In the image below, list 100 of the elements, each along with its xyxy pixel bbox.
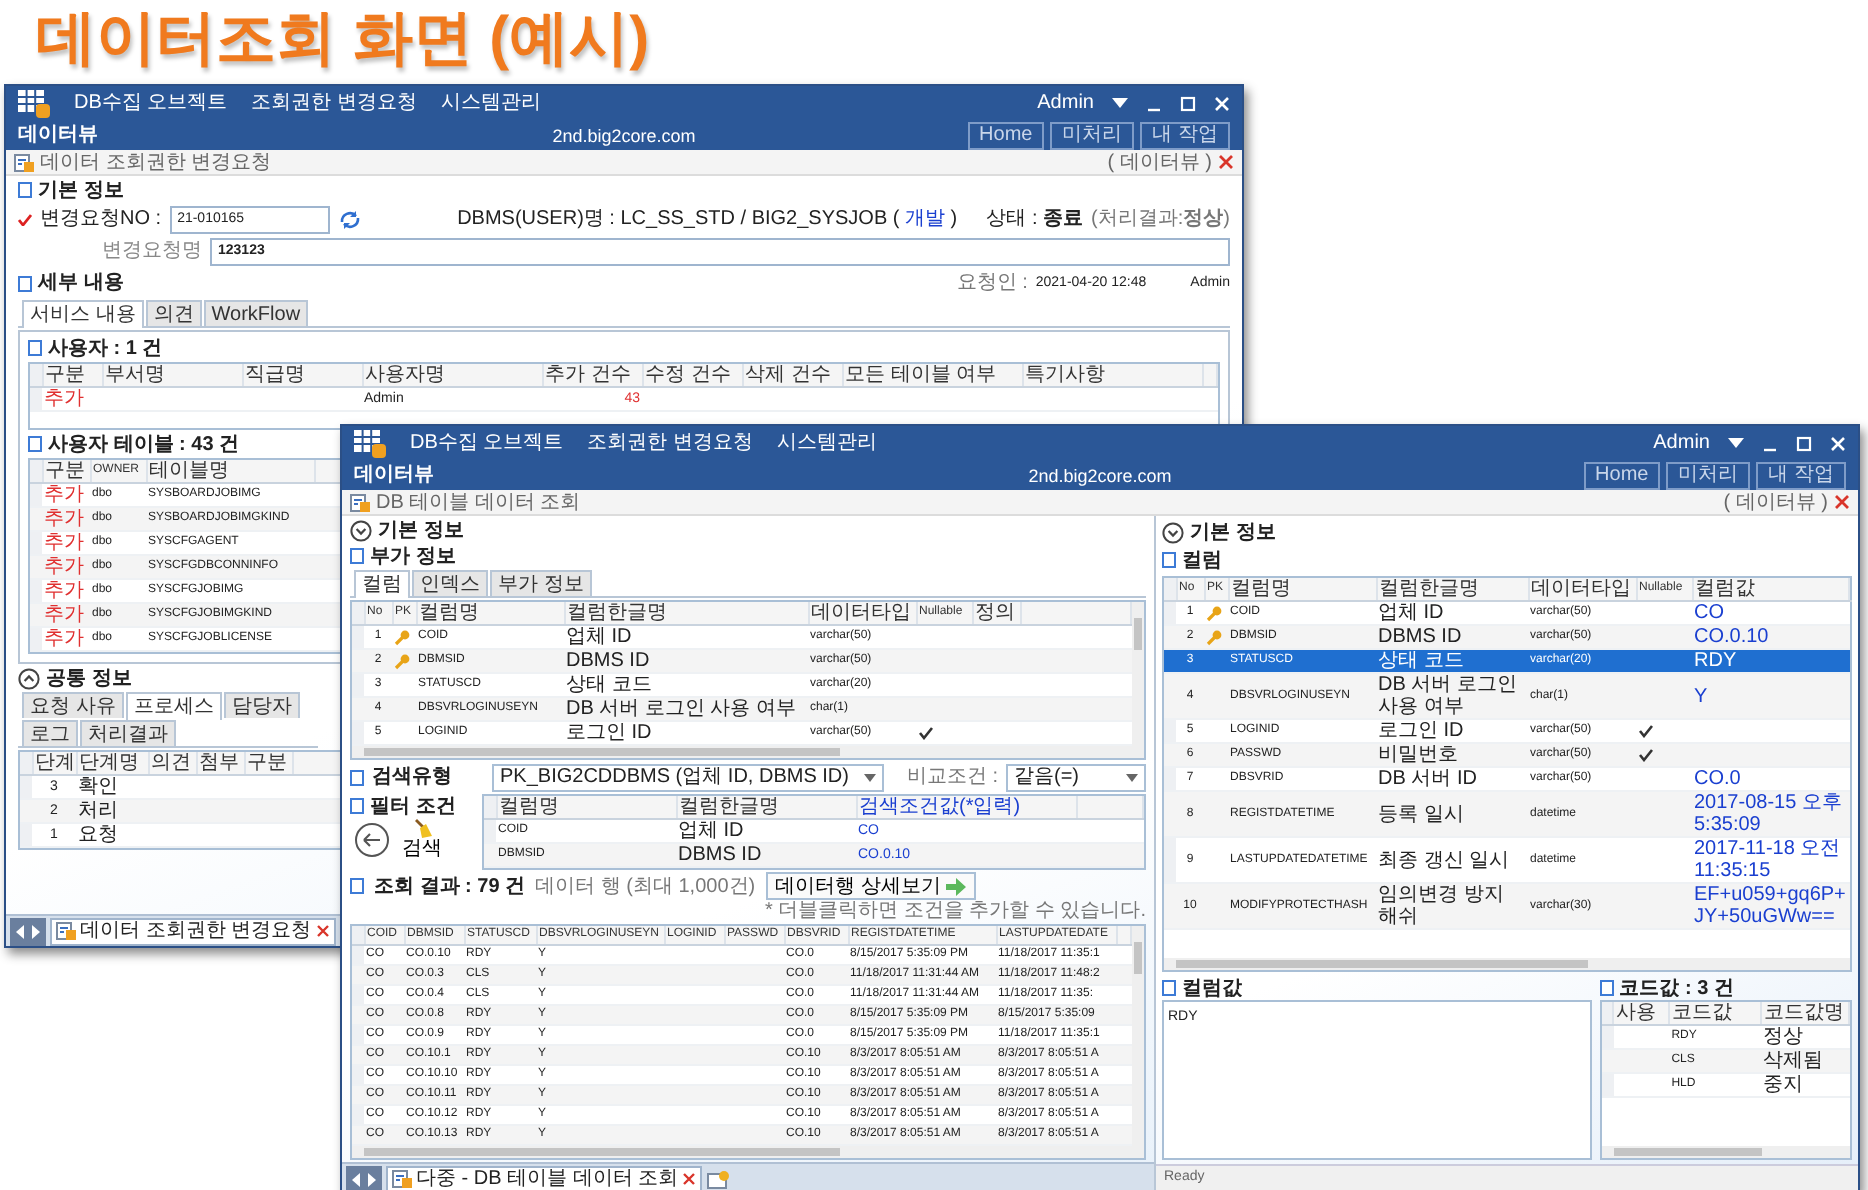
column-header: 정의 [972,602,1020,625]
new-tab-icon[interactable] [706,1169,731,1189]
menu-item[interactable]: 시스템관리 [440,92,541,114]
tab[interactable]: 처리결과 [80,720,176,746]
field-label: 변경요청NO : [40,208,162,230]
compare-select[interactable]: 같음(=) [1006,763,1146,791]
collapse-icon[interactable] [18,667,40,689]
menu-item[interactable]: DB수집 오브젝트 [74,92,228,114]
close-icon[interactable] [1834,494,1850,510]
column-header: 컬럼한글명 [676,796,856,819]
scrollbar[interactable] [352,746,1144,758]
user-name[interactable]: Admin [1653,432,1710,454]
tab[interactable]: 인덱스 [412,570,488,596]
column-header: 단계 [32,752,76,775]
page-title: DB 테이블 데이터 조회 [376,491,581,513]
menu-item[interactable]: 조회권한 변경요청 [251,92,417,114]
next-tab-icon[interactable] [366,1171,378,1187]
scrollbar[interactable] [1132,926,1144,1146]
table-cell: 추가 [42,627,90,651]
next-tab-icon[interactable] [30,923,42,939]
dropdown-caret-icon[interactable] [1728,438,1744,448]
nav-button[interactable]: 내 작업 [1140,121,1230,149]
table-cell: 등록 일시 [1376,791,1528,837]
dropdown-caret-icon[interactable] [1112,98,1128,108]
nav-button[interactable]: 내 작업 [1756,461,1846,489]
nav-button[interactable]: Home [1583,461,1661,489]
section-heading: 세부 내용 [38,272,124,294]
close-icon[interactable] [315,924,330,938]
search-button[interactable]: 검색 [402,818,442,860]
tab[interactable]: WorkFlow [203,300,309,326]
user-name[interactable]: Admin [1037,92,1094,114]
tab[interactable]: 서비스 내용 [22,300,144,328]
table-cell: 2017-08-15 오후 5:35:09 [1692,791,1848,837]
section-heading: 기본 정보 [378,519,464,541]
column-header: 부서명 [102,364,242,387]
section-icon [28,340,42,356]
section-heading: 공통 정보 [46,667,132,689]
table-cell: 추가 [42,507,90,531]
scrollbar[interactable] [1601,1146,1850,1158]
scrollbar[interactable] [352,1146,1144,1158]
nav-button[interactable]: 미처리 [1050,121,1135,149]
column-header: 컬럼한글명 [564,602,808,625]
table-cell: DBMS ID [1376,625,1528,649]
column-header: 수정 건수 [642,364,742,387]
column-header: 컬럼명 [496,796,676,819]
maximize-icon[interactable] [1180,95,1196,111]
column-header: 모든 테이블 여부 [842,364,1022,387]
section-icon [18,275,32,291]
section-icon [350,878,364,894]
previous-tab-icon[interactable] [350,1171,362,1187]
field-label: 변경요청명 [100,240,202,262]
column-header: 코드값 [1669,1002,1762,1025]
section-icon [350,548,364,564]
section-heading: 조회 결과 : 79 건 [374,875,526,897]
menu-item[interactable]: DB수집 오브젝트 [410,432,564,454]
previous-tab-icon[interactable] [14,923,26,939]
collapse-icon[interactable] [1162,521,1184,543]
search-type-select[interactable]: PK_BIG2CDDBMS (업체 ID, DBMS ID) [492,763,884,791]
menu-item[interactable]: 시스템관리 [776,432,877,454]
tab[interactable]: 컬럼 [354,570,410,598]
tab[interactable]: 로그 [22,720,78,746]
tab[interactable]: 요청 사유 [22,692,124,718]
tab[interactable]: 담당자 [223,692,300,718]
column-header: 첨부 [196,752,244,775]
close-icon[interactable] [682,1172,697,1186]
column-header: 삭제 건수 [742,364,842,387]
detail-button[interactable]: 데이터행 상세보기 [765,872,977,900]
status-text: 상태 : 종료 [986,208,1084,230]
document-tab[interactable]: 데이터 조회권한 변경요청 [50,917,336,945]
collapse-icon[interactable] [350,519,372,541]
section-icon [28,436,42,452]
table-cell: 중지 [1761,1073,1850,1097]
table-cell: DB 서버 로그인 사용 여부 [564,697,808,721]
broom-icon [412,818,432,838]
maximize-icon[interactable] [1796,435,1812,451]
table-cell: 비밀번호 [1376,743,1528,767]
close-icon[interactable] [1218,154,1234,170]
scrollbar[interactable] [1164,958,1850,970]
table-cell: 임의변경 방지 해쉬 [1376,883,1528,929]
tab[interactable]: 의견 [145,300,202,326]
column-header: 추가 건수 [542,364,642,387]
result-note: 데이터 행 (최대 1,000건) [535,875,756,897]
column-header: 단계명 [76,752,148,775]
nav-button[interactable]: Home [967,121,1045,149]
column-header: 데이터타입 [1528,578,1636,601]
tab[interactable]: 부가 정보 [490,570,592,596]
document-tab[interactable]: 다중 - DB 테이블 데이터 조회 [386,1165,703,1190]
scrollbar[interactable] [1132,602,1144,746]
section-icon [1599,980,1614,996]
tab[interactable]: 프로세스 [125,692,222,720]
menu-item[interactable]: 조회권한 변경요청 [587,432,753,454]
column-header: 컬럼값 [1692,578,1848,601]
table-cell: DB 서버 로그인 사용 여부 [1376,673,1528,719]
refresh-icon[interactable] [337,209,362,229]
section-heading: 사용자 : 1 건 [48,337,163,359]
slide-title: 데이터조회 화면 (예시) [36,4,650,76]
back-icon[interactable] [354,821,390,857]
environment-link[interactable]: 개발 [905,208,946,230]
section-heading: 기본 정보 [1190,521,1276,543]
nav-button[interactable]: 미처리 [1666,461,1751,489]
